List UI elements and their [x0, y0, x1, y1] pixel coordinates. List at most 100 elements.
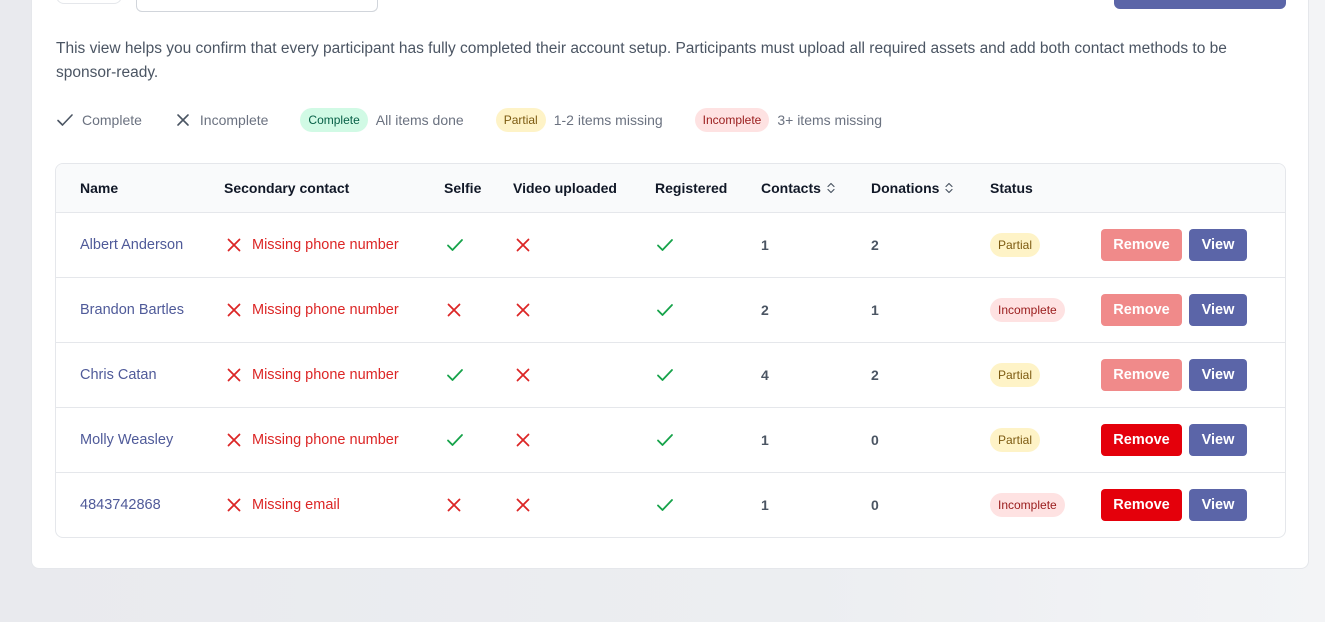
selfie-cell — [446, 343, 464, 407]
secondary-contact-cell: Missing phone number — [226, 408, 399, 472]
x-icon — [227, 238, 241, 252]
x-icon — [516, 368, 530, 382]
legend-complete: Complete All items done — [300, 108, 464, 132]
legend-complete-desc: All items done — [375, 112, 464, 128]
check-icon — [657, 369, 673, 381]
remove-button[interactable]: Remove — [1101, 424, 1182, 456]
x-icon — [227, 498, 241, 512]
video-cell — [515, 473, 531, 537]
status-badge: Incomplete — [694, 108, 770, 132]
participant-name[interactable]: Molly Weasley — [80, 408, 173, 472]
registered-cell — [656, 408, 674, 472]
legend-partial-desc: 1-2 items missing — [553, 112, 663, 128]
x-icon — [516, 498, 530, 512]
video-cell — [515, 278, 531, 342]
status-badge: Complete — [300, 108, 368, 132]
top-toggle[interactable] — [56, 0, 122, 4]
secondary-contact-cell: Missing email — [226, 473, 340, 537]
contacts-count: 1 — [761, 237, 769, 253]
video-cell — [515, 213, 531, 277]
registered-cell — [656, 473, 674, 537]
missing-contact-text: Missing phone number — [252, 367, 399, 383]
view-button[interactable]: View — [1189, 424, 1247, 456]
search-input[interactable] — [136, 0, 378, 12]
status-cell: Incomplete — [990, 473, 1065, 537]
remove-button[interactable]: Remove — [1101, 489, 1182, 521]
status-badge: Incomplete — [990, 493, 1065, 517]
missing-contact-text: Missing phone number — [252, 302, 399, 318]
view-button[interactable]: View — [1189, 359, 1247, 391]
status-cell: Partial — [990, 408, 1041, 472]
remove-button[interactable]: Remove — [1101, 359, 1182, 391]
legend-incomplete-desc: 3+ items missing — [777, 112, 882, 128]
x-icon — [227, 368, 241, 382]
registered-cell — [656, 213, 674, 277]
table-header: Name Secondary contact Selfie Video uplo… — [56, 164, 1285, 213]
donations-count: 2 — [871, 237, 879, 253]
col-registered: Registered — [655, 180, 728, 196]
remove-button[interactable]: Remove — [1101, 229, 1182, 261]
view-button[interactable]: View — [1189, 229, 1247, 261]
contacts-count: 4 — [761, 367, 769, 383]
status-cell: Partial — [990, 213, 1041, 277]
secondary-contact-cell: Missing phone number — [226, 278, 399, 342]
check-icon — [657, 304, 673, 316]
participant-name[interactable]: Albert Anderson — [80, 213, 183, 277]
legend-check: Complete — [56, 111, 142, 129]
legend-cross: Incomplete — [175, 112, 268, 128]
col-donations[interactable]: Donations — [871, 164, 954, 212]
contacts-count: 2 — [761, 302, 769, 318]
sort-icon[interactable] — [827, 182, 835, 194]
x-icon — [447, 303, 461, 317]
selfie-cell — [446, 278, 462, 342]
status-badge: Partial — [495, 108, 546, 132]
secondary-contact-cell: Missing phone number — [226, 343, 399, 407]
participant-name[interactable]: 4843742868 — [80, 473, 161, 537]
x-icon — [177, 114, 189, 126]
donations-count: 0 — [871, 497, 879, 513]
row-actions: Remove View — [1101, 278, 1247, 342]
x-icon — [516, 303, 530, 317]
table-row: Brandon Bartles Missing phone number 2 1… — [56, 278, 1285, 343]
col-selfie: Selfie — [444, 180, 482, 196]
col-contacts[interactable]: Contacts — [761, 164, 835, 212]
missing-contact-text: Missing phone number — [252, 432, 399, 448]
sort-icon[interactable] — [945, 182, 954, 194]
table-row: Albert Anderson Missing phone number 1 2… — [56, 213, 1285, 278]
col-contacts-label: Contacts — [761, 180, 821, 196]
status-cell: Partial — [990, 343, 1041, 407]
status-badge: Partial — [990, 428, 1041, 452]
participants-table: Name Secondary contact Selfie Video uplo… — [55, 163, 1286, 538]
participant-name[interactable]: Brandon Bartles — [80, 278, 184, 342]
check-icon — [657, 239, 673, 251]
remove-button[interactable]: Remove — [1101, 294, 1182, 326]
col-secondary-contact: Secondary contact — [224, 180, 350, 196]
registered-cell — [656, 343, 674, 407]
donations-count: 0 — [871, 432, 879, 448]
view-button[interactable]: View — [1189, 294, 1247, 326]
x-icon — [516, 238, 530, 252]
table-row: Chris Catan Missing phone number 4 2 Par… — [56, 343, 1285, 408]
legend: Complete Incomplete Complete All items d… — [56, 107, 882, 133]
status-badge: Partial — [990, 363, 1041, 387]
video-cell — [515, 408, 531, 472]
view-button[interactable]: View — [1189, 489, 1247, 521]
missing-contact-text: Missing phone number — [252, 237, 399, 253]
status-badge: Partial — [990, 233, 1041, 257]
video-cell — [515, 343, 531, 407]
check-icon — [657, 434, 673, 446]
legend-check-label: Complete — [82, 112, 142, 128]
missing-contact-text: Missing email — [252, 497, 340, 513]
page-description: This view helps you confirm that every p… — [56, 40, 1227, 81]
selfie-cell — [446, 473, 462, 537]
table-row: 4843742868 Missing email 1 0 Incomplete … — [56, 473, 1285, 537]
top-action-button[interactable] — [1114, 0, 1286, 9]
participant-name[interactable]: Chris Catan — [80, 343, 157, 407]
status-cell: Incomplete — [990, 278, 1065, 342]
main-card: This view helps you confirm that every p… — [31, 0, 1309, 569]
col-video-uploaded: Video uploaded — [513, 180, 617, 196]
status-badge: Incomplete — [990, 298, 1065, 322]
col-status: Status — [990, 180, 1033, 196]
x-icon — [227, 303, 241, 317]
x-icon — [227, 433, 241, 447]
